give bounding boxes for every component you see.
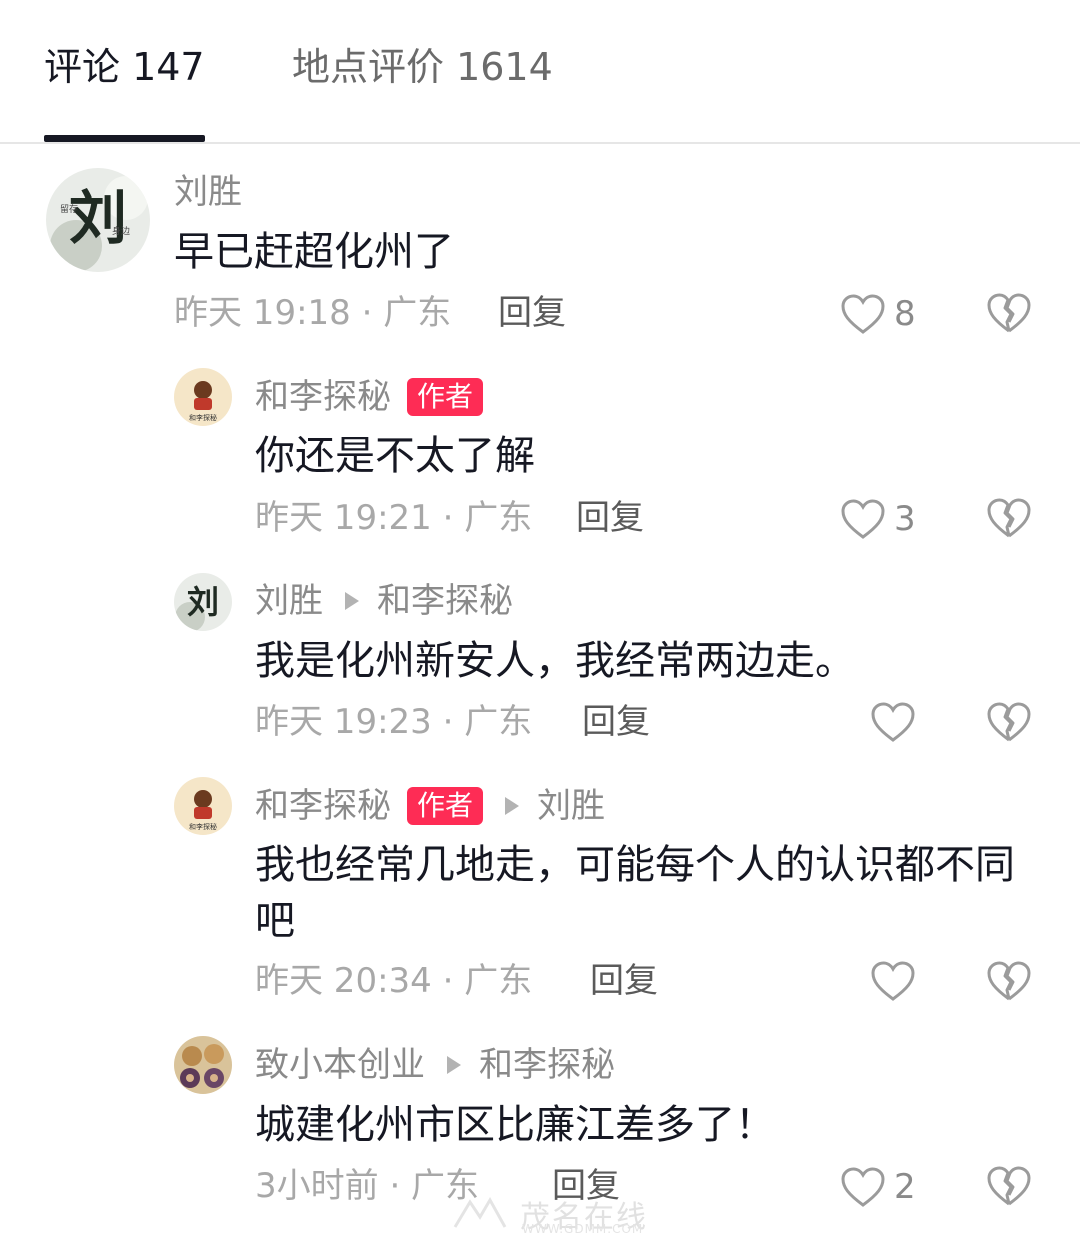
- dislike-button[interactable]: [986, 497, 1032, 539]
- like-button[interactable]: [870, 960, 916, 1002]
- avatar[interactable]: 刘留存身边: [46, 168, 150, 272]
- username[interactable]: 刘胜: [174, 170, 242, 214]
- reply-arrow-icon: [345, 592, 359, 610]
- name-row: 和李探秘 作者: [255, 375, 484, 419]
- reply-arrow-icon: [447, 1056, 461, 1074]
- svg-text:刘: 刘: [187, 583, 219, 621]
- comment-time-location: 昨天 19:18 · 广东: [174, 293, 452, 333]
- reply-button[interactable]: 回复: [582, 700, 650, 744]
- heart-icon: [841, 1167, 885, 1207]
- comment-text: 我也经常几地走，可能每个人的认识都不同吧: [255, 842, 1015, 944]
- broken-heart-icon: [987, 1166, 1031, 1206]
- name-row: 致小本创业 和李探秘: [255, 1043, 615, 1087]
- like-count: 2: [894, 1167, 916, 1207]
- comment-time-location: 昨天 20:34 · 广东: [255, 961, 533, 1001]
- comment-text: 早已赶超化州了: [174, 229, 454, 275]
- heart-icon: [871, 702, 915, 742]
- dislike-button[interactable]: [986, 292, 1032, 334]
- avatar[interactable]: 和李探秘: [174, 777, 232, 835]
- reply-to-username[interactable]: 刘胜: [537, 784, 605, 828]
- like-count: 8: [894, 294, 916, 334]
- broken-heart-icon: [987, 702, 1031, 742]
- username[interactable]: 致小本创业: [255, 1043, 425, 1087]
- dislike-button[interactable]: [986, 701, 1032, 743]
- svg-text:和李探秘: 和李探秘: [189, 822, 217, 831]
- comment-text: 你还是不太了解: [255, 433, 535, 479]
- like-button[interactable]: 8: [840, 292, 916, 336]
- active-tab-indicator: [44, 135, 205, 142]
- dislike-button[interactable]: [986, 1165, 1032, 1207]
- username[interactable]: 和李探秘: [255, 375, 391, 419]
- comment-text: 城建化州市区比廉江差多了！: [255, 1102, 775, 1148]
- like-button[interactable]: 3: [840, 497, 916, 541]
- tab-comments[interactable]: 评论 147: [44, 42, 205, 92]
- reply-button[interactable]: 回复: [590, 959, 658, 1003]
- like-button[interactable]: [870, 701, 916, 743]
- watermark-url: WWW.GDMM.COM: [522, 1222, 644, 1236]
- avatar[interactable]: [174, 1036, 232, 1094]
- avatar[interactable]: 刘: [174, 573, 232, 631]
- name-row: 刘胜: [174, 170, 242, 214]
- name-row: 和李探秘 作者 刘胜: [255, 784, 605, 828]
- svg-text:留存: 留存: [60, 203, 78, 215]
- dislike-button[interactable]: [986, 960, 1032, 1002]
- reply-arrow-icon: [505, 797, 520, 815]
- broken-heart-icon: [987, 498, 1031, 538]
- author-badge: 作者: [407, 787, 484, 825]
- svg-text:和李探秘: 和李探秘: [189, 413, 217, 422]
- author-badge: 作者: [407, 378, 484, 416]
- svg-text:身边: 身边: [112, 225, 130, 237]
- reply-to-username[interactable]: 和李探秘: [377, 579, 513, 623]
- comment-time-location: 昨天 19:21 · 广东: [255, 498, 533, 538]
- broken-heart-icon: [987, 293, 1031, 333]
- broken-heart-icon: [987, 961, 1031, 1001]
- svg-text:刘: 刘: [69, 184, 127, 252]
- like-count: 3: [894, 499, 916, 539]
- comment-time-location: 昨天 19:23 · 广东: [255, 702, 533, 742]
- watermark-logo-icon: [453, 1196, 507, 1228]
- avatar[interactable]: 和李探秘: [174, 368, 232, 426]
- reply-button[interactable]: 回复: [498, 291, 566, 335]
- site-watermark: 茂名在线 WWW.GDMM.COM: [450, 1192, 650, 1236]
- name-row: 刘胜 和李探秘: [255, 579, 513, 623]
- like-button[interactable]: 2: [840, 1165, 916, 1209]
- heart-icon: [871, 961, 915, 1001]
- comment-tabs: 评论 147 地点评价 1614: [0, 0, 1080, 144]
- username[interactable]: 和李探秘: [255, 784, 391, 828]
- tab-place-reviews[interactable]: 地点评价 1614: [292, 42, 553, 92]
- reply-button[interactable]: 回复: [576, 496, 644, 540]
- comment-text: 我是化州新安人，我经常两边走。: [255, 638, 855, 684]
- comment-time-location: 3小时前 · 广东: [255, 1166, 480, 1206]
- heart-icon: [841, 499, 885, 539]
- heart-icon: [841, 294, 885, 334]
- username[interactable]: 刘胜: [255, 579, 323, 623]
- reply-to-username[interactable]: 和李探秘: [479, 1043, 615, 1087]
